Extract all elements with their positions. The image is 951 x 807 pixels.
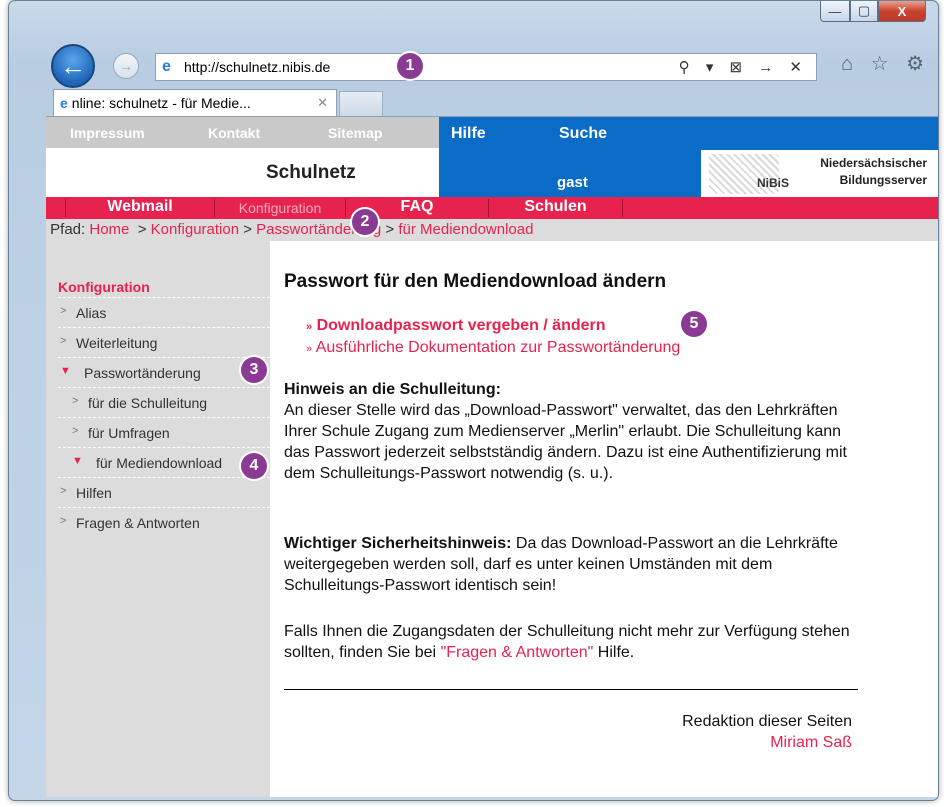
sidebar-item-faq[interactable]: > Fragen & Antworten bbox=[58, 507, 270, 538]
sidebar-item-label: für Umfragen bbox=[88, 425, 170, 441]
sidebar-item-label: Passwortänderung bbox=[84, 365, 201, 381]
hint-paragraph: Hinweis an die Schulleitung: An dieser S… bbox=[284, 379, 864, 484]
sidebar-item-hilfen[interactable]: > Hilfen bbox=[58, 477, 270, 508]
chevron-right-icon: > bbox=[72, 425, 79, 437]
security-paragraph: Wichtiger Sicherheitshinweis: Da das Dow… bbox=[284, 533, 864, 596]
sidebar-item-label: für Mediendownload bbox=[96, 455, 223, 471]
hint-title: Hinweis an die Schulleitung: bbox=[284, 381, 501, 398]
user-name: gast bbox=[557, 174, 588, 191]
annotation-badge-5: 5 bbox=[681, 311, 707, 337]
author-link[interactable]: Miriam Saß bbox=[770, 734, 852, 752]
annotation-badge-1: 1 bbox=[397, 53, 423, 79]
back-button[interactable]: ← bbox=[51, 44, 95, 88]
window-caption-buttons: — ▢ X bbox=[820, 1, 926, 22]
nav-divider bbox=[622, 199, 623, 217]
chevron-right-icon: > bbox=[72, 395, 79, 407]
faq-inline-link[interactable]: "Fragen & Antworten" bbox=[441, 644, 594, 661]
sidebar-item-label: Weiterleitung bbox=[76, 335, 158, 351]
site-title-bar: Schulnetz bbox=[46, 148, 439, 197]
chevron-right-icon: » bbox=[306, 343, 313, 355]
breadcrumb-current[interactable]: für Mediendownload bbox=[398, 221, 533, 238]
chevron-right-icon: > bbox=[60, 305, 67, 317]
sidebar-item-label: Fragen & Antworten bbox=[76, 515, 200, 531]
sidebar-item-mediendownload[interactable]: ▼ für Mediendownload bbox=[58, 447, 270, 478]
page-viewport: Impressum Kontakt Sitemap Hilfe Suche ga… bbox=[46, 116, 938, 797]
nav-schulen[interactable]: Schulen bbox=[489, 198, 622, 218]
topnav-kontakt[interactable]: Kontakt bbox=[208, 125, 260, 141]
ie-tab-icon: e bbox=[60, 95, 68, 111]
chevron-right-icon: > bbox=[60, 485, 67, 497]
close-button[interactable]: X bbox=[878, 1, 926, 22]
ie-page-icon: e bbox=[162, 58, 171, 75]
nibis-logo[interactable]: NiBiS Niedersächsischer Bildungsserver bbox=[701, 150, 938, 197]
falls-end: Hilfe. bbox=[597, 644, 635, 661]
chevron-right-icon: » bbox=[306, 321, 313, 333]
toolbar-icons[interactable]: ⌂ ☆ ⚙ bbox=[841, 51, 930, 76]
hint-body: An dieser Stelle wird das „Download-Pass… bbox=[284, 402, 847, 482]
sidebar-item-label: für die Schulleitung bbox=[88, 395, 208, 411]
main-nav: Webmail Konfiguration FAQ Schulen bbox=[46, 197, 938, 220]
annotation-badge-2: 2 bbox=[352, 209, 378, 235]
browser-tab[interactable]: e nline: schulnetz - für Medie... ✕ bbox=[53, 89, 337, 116]
nibis-logo-text: NiBiS bbox=[757, 176, 790, 190]
forward-button[interactable]: → bbox=[113, 53, 139, 79]
address-url[interactable]: http://schulnetz.nibis.de bbox=[184, 59, 330, 75]
hilfe-link[interactable]: Hilfe bbox=[451, 125, 486, 143]
redaktion-label: Redaktion dieser Seiten bbox=[682, 713, 852, 730]
sidebar-header[interactable]: Konfiguration bbox=[58, 279, 150, 295]
tab-title: nline: schulnetz - für Medie... bbox=[71, 95, 251, 111]
chevron-right-icon: > bbox=[60, 335, 67, 347]
address-bar[interactable]: e http://schulnetz.nibis.de ⚲ ▾ ⊠ → ✕ bbox=[155, 53, 817, 81]
back-arrow-icon: ← bbox=[60, 50, 86, 81]
new-tab-button[interactable] bbox=[339, 91, 383, 117]
triangle-down-icon: ▼ bbox=[60, 365, 71, 377]
nav-konfiguration[interactable]: Konfiguration bbox=[215, 200, 345, 220]
nibis-name-line1: Niedersächsischer bbox=[820, 156, 927, 170]
suche-link[interactable]: Suche bbox=[559, 125, 607, 143]
link-downloadpasswort[interactable]: » Downloadpasswort vergeben / ändern bbox=[306, 317, 606, 335]
sidebar-item-passwortaenderung[interactable]: ▼ Passwortänderung bbox=[58, 357, 270, 388]
divider bbox=[284, 689, 858, 690]
link-downloadpasswort-label: Downloadpasswort vergeben / ändern bbox=[316, 317, 606, 334]
annotation-badge-3: 3 bbox=[241, 357, 267, 383]
topnav-impressum[interactable]: Impressum bbox=[70, 125, 145, 141]
sidebar-item-alias[interactable]: > Alias bbox=[58, 297, 270, 328]
topnav-sitemap[interactable]: Sitemap bbox=[328, 125, 382, 141]
tab-close-icon[interactable]: ✕ bbox=[317, 95, 328, 111]
breadcrumb-label: Pfad: bbox=[50, 221, 86, 238]
sidebar-item-umfragen[interactable]: > für Umfragen bbox=[58, 417, 270, 448]
breadcrumb: Pfad: Home > Konfiguration > Passwortänd… bbox=[46, 219, 938, 241]
minimize-button[interactable]: — bbox=[820, 1, 850, 22]
sidebar-item-schulleitung[interactable]: > für die Schulleitung bbox=[58, 387, 270, 418]
browser-window: — ▢ X ← → e http://schulnetz.nibis.de ⚲ … bbox=[8, 0, 939, 801]
link-dokumentation[interactable]: » Ausführliche Dokumentation zur Passwor… bbox=[306, 339, 680, 357]
sidebar-item-weiterleitung[interactable]: > Weiterleitung bbox=[58, 327, 270, 358]
chevron-right-icon: > bbox=[60, 515, 67, 527]
annotation-badge-4: 4 bbox=[241, 453, 267, 479]
site-title: Schulnetz bbox=[266, 162, 356, 183]
breadcrumb-konfiguration[interactable]: Konfiguration bbox=[151, 221, 239, 238]
link-dokumentation-label: Ausführliche Dokumentation zur Passwortä… bbox=[315, 339, 681, 356]
sidebar-item-label: Alias bbox=[76, 305, 107, 321]
breadcrumb-home[interactable]: Home bbox=[89, 221, 129, 238]
sidebar-item-label: Hilfen bbox=[76, 485, 112, 501]
maximize-button[interactable]: ▢ bbox=[850, 1, 878, 22]
triangle-down-icon: ▼ bbox=[72, 455, 83, 467]
address-tools-icons[interactable]: ⚲ ▾ ⊠ → ✕ bbox=[679, 58, 808, 76]
page-title: Passwort für den Mediendownload ändern bbox=[284, 271, 667, 292]
security-title: Wichtiger Sicherheitshinweis: bbox=[284, 535, 512, 552]
sidebar: Konfiguration > Alias > Weiterleitung ▼ … bbox=[46, 241, 270, 797]
nibis-name-line2: Bildungsserver bbox=[839, 173, 927, 187]
forward-arrow-icon: → bbox=[119, 58, 133, 74]
nav-webmail[interactable]: Webmail bbox=[66, 198, 214, 218]
falls-paragraph: Falls Ihnen die Zugangsdaten der Schulle… bbox=[284, 621, 864, 663]
